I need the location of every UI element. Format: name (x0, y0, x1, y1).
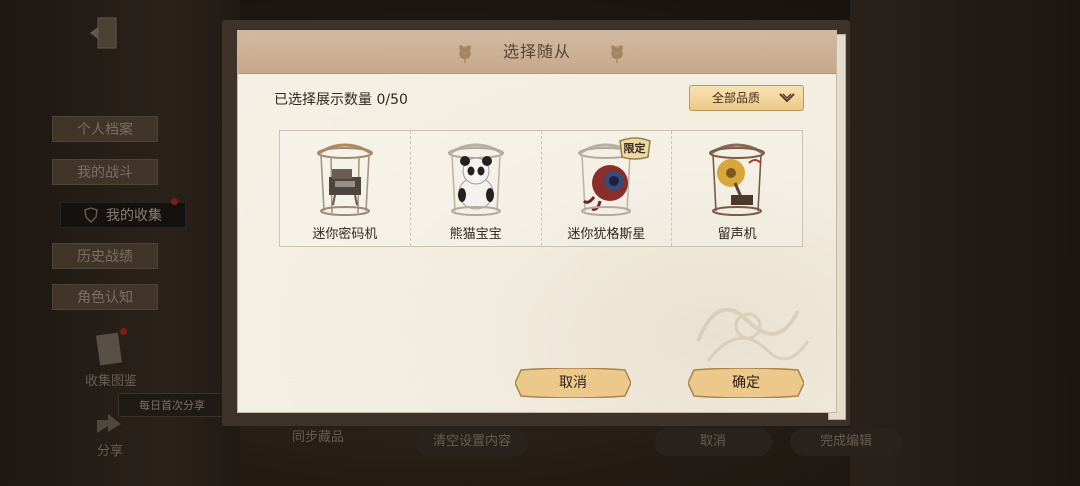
follower-grid: 迷你密码机 熊猫宝宝 限定 迷你犹格斯星 留声机 (279, 130, 803, 247)
cancel-button[interactable]: 取消 (515, 368, 631, 398)
limited-badge-label: 限定 (623, 142, 646, 155)
follower-item-cipher-machine[interactable]: 迷你密码机 (280, 131, 411, 246)
follower-name: 熊猫宝宝 (449, 227, 502, 242)
follower-name: 留声机 (717, 227, 757, 242)
selected-count: 已选择展示数量 0/50 (274, 92, 408, 108)
confirm-button-label: 确定 (732, 375, 760, 391)
follower-item-yuggoth[interactable]: 限定 迷你犹格斯星 (542, 131, 673, 246)
confirm-button[interactable]: 确定 (688, 368, 804, 398)
follower-name: 迷你密码机 (312, 227, 378, 242)
quality-filter-dropdown[interactable]: 全部品质 (689, 85, 804, 111)
follower-item-panda[interactable]: 熊猫宝宝 (411, 131, 542, 246)
wheat-ornament-icon (611, 45, 623, 63)
follower-name: 迷你犹格斯星 (567, 227, 646, 242)
quality-filter-label: 全部品质 (712, 91, 761, 105)
cipher-machine-icon (316, 143, 373, 216)
follower-item-gramophone[interactable]: 留声机 (672, 131, 802, 246)
cancel-button-label: 取消 (559, 375, 587, 391)
panda-icon (447, 143, 504, 216)
dialog-title: 选择随从 (502, 42, 571, 61)
select-follower-dialog: 选择随从 已选择展示数量 0/50 全部品质 迷你密码机 熊猫宝宝 限定 迷你犹… (237, 30, 837, 413)
gramophone-icon (709, 143, 766, 216)
chevron-down-icon (779, 93, 795, 103)
floral-watermark-icon (696, 307, 810, 362)
